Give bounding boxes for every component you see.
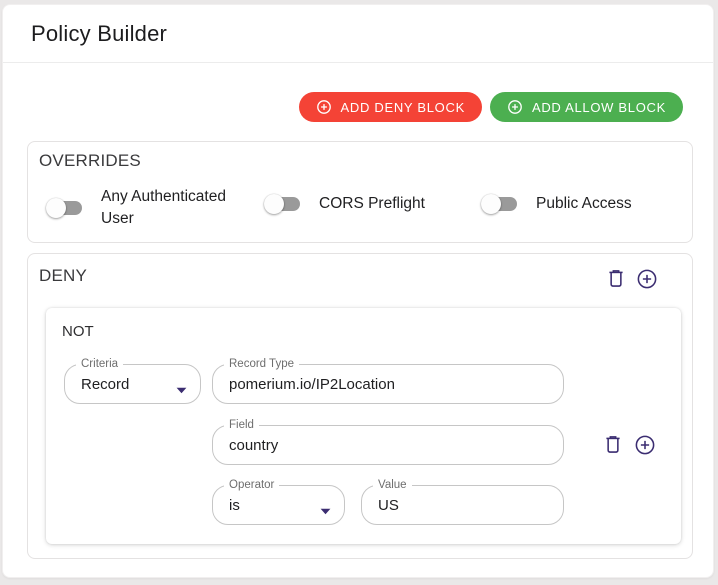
criteria-select[interactable]: Criteria Record xyxy=(64,358,201,404)
not-group-card: NOT Criteria Record Record Type Field xyxy=(46,308,681,544)
page-title: Policy Builder xyxy=(31,20,168,46)
plus-circle-icon xyxy=(316,99,332,115)
plus-circle-icon xyxy=(634,434,658,456)
toggle-thumb xyxy=(264,194,284,214)
trash-icon xyxy=(605,268,629,290)
toggle-label: Public Access xyxy=(536,195,632,212)
toggle-label: Any Authenticated User xyxy=(101,188,226,227)
add-deny-label: ADD DENY BLOCK xyxy=(340,99,465,115)
criterion-add-button[interactable] xyxy=(634,433,658,457)
add-deny-block-button[interactable]: ADD DENY BLOCK xyxy=(298,92,482,122)
deny-title: DENY xyxy=(39,266,88,285)
trash-icon xyxy=(602,434,626,456)
record-type-field: Record Type xyxy=(212,358,564,404)
record-type-input[interactable] xyxy=(213,365,563,403)
operator-select[interactable]: Operator is xyxy=(212,479,345,525)
field-input[interactable] xyxy=(213,426,563,464)
cors-preflight-toggle[interactable] xyxy=(264,194,302,214)
any-authenticated-user-toggle[interactable] xyxy=(46,198,84,218)
deny-block-section: DENY NOT Criteria Record Record Type pom… xyxy=(27,253,693,559)
toggle-group-public-access: Public Access xyxy=(481,193,632,215)
field-field: Field xyxy=(212,419,564,465)
toggle-group-any-authenticated-user: Any Authenticated User xyxy=(46,186,241,230)
header: Policy Builder xyxy=(3,5,713,63)
toolbar: ADD DENY BLOCK ADD ALLOW BLOCK xyxy=(298,92,683,122)
caret-down-icon xyxy=(320,502,331,520)
value-field: Value xyxy=(361,479,564,525)
toggle-thumb xyxy=(46,198,66,218)
toggle-group-cors-preflight: CORS Preflight xyxy=(264,193,425,215)
not-group-label: NOT xyxy=(62,323,94,340)
add-allow-block-button[interactable]: ADD ALLOW BLOCK xyxy=(489,92,683,122)
operator-select-value: is xyxy=(229,496,240,514)
overrides-title: OVERRIDES xyxy=(39,151,141,170)
plus-circle-icon xyxy=(507,99,523,115)
value-input[interactable] xyxy=(362,486,563,524)
public-access-toggle[interactable] xyxy=(481,194,519,214)
criterion-delete-button[interactable] xyxy=(602,433,626,457)
toggle-label: CORS Preflight xyxy=(319,195,425,212)
plus-circle-icon xyxy=(636,268,660,290)
criteria-select-value: Record xyxy=(81,375,130,393)
deny-delete-button[interactable] xyxy=(605,267,629,291)
caret-down-icon xyxy=(176,381,187,399)
add-allow-label: ADD ALLOW BLOCK xyxy=(531,99,666,115)
overrides-section: OVERRIDES Any Authenticated User CORS Pr… xyxy=(27,141,693,243)
deny-add-row-button[interactable] xyxy=(636,267,660,291)
policy-builder-card: Policy Builder ADD DENY BLOCK ADD ALLOW … xyxy=(2,4,714,578)
toggle-thumb xyxy=(481,194,501,214)
